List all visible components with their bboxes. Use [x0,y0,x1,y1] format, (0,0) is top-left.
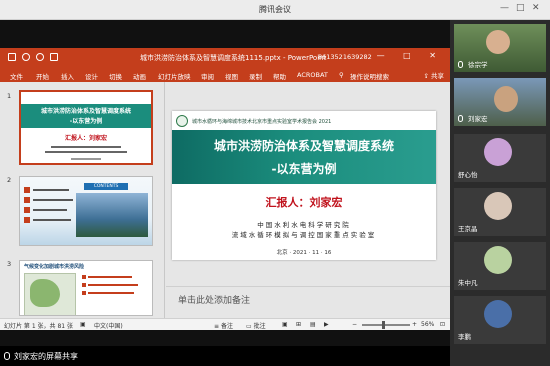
close-icon[interactable]: ✕ [532,3,540,13]
notes-placeholder: 单击此处添加备注 [178,296,251,306]
organization-name: 中国水利水电科学研究院 [257,221,351,229]
zoom-level[interactable]: 56% [421,321,434,328]
laboratory-name: 流域水循环模拟与调控国家重点实验室 [231,231,377,239]
tab-review[interactable]: 审阅 [201,71,214,81]
participant-name: 王京晶 [458,225,478,233]
tab-slideshow[interactable]: 幻灯片放映 [158,71,191,81]
participant-tile[interactable]: 王京晶 [454,188,546,236]
notes-toggle[interactable]: ≡ 备注 [214,321,233,330]
participant-name: 李鹏 [458,333,471,341]
avatar [484,138,512,166]
status-bar: 幻灯片 第 1 张，共 81 张 ▣ 中文(中国) ≡ 备注 ▭ 批注 ▣ ⊞ … [0,318,450,330]
participant-name: 刘家宏 [468,115,488,123]
reading-view-icon[interactable]: ▤ [310,321,316,328]
ribbon-tabs: 文件 开始 插入 设计 切换 动画 幻灯片放映 审阅 视图 录制 帮助 ACRO… [0,68,450,82]
meeting-title: 腾讯会议 [259,5,291,14]
account-name[interactable]: 8613521639282 [318,53,372,61]
thumbnail-number: 1 [7,92,12,100]
tab-animations[interactable]: 动画 [133,71,146,81]
participant-tile[interactable]: 舒心怡 [454,134,546,182]
thumbnail-number: 2 [7,176,12,184]
powerpoint-title-bar: 城市洪涝防治体系及智慧调度系统1115.pptx - PowerPoint 86… [0,48,450,68]
document-title: 城市洪涝防治体系及智慧调度系统1115.pptx - PowerPoint [140,54,327,62]
participant-name: 朱中凡 [458,279,478,287]
save-icon[interactable] [8,53,16,61]
window-controls[interactable]: — □ ✕ [377,51,444,60]
share-label: 共享 [431,72,444,80]
slideshow-view-icon[interactable]: ▶ [324,321,329,328]
notes-pane[interactable]: 单击此处添加备注 [166,286,450,318]
thumbnail-subtitle: -以东营为例 [69,118,103,125]
thumbnail-reporter: 汇报人：刘家宏 [64,135,107,142]
notes-toggle-label: 备注 [220,323,233,330]
meeting-title-bar: 腾讯会议 — □ ✕ [0,0,550,20]
lab-logo-icon [176,115,188,127]
reporter-name: 汇报人：刘家宏 [265,196,343,209]
slide-header: 城市水循环与海绵城市技术北京市重点实验室学术报告会 2021 [192,119,332,125]
tab-help[interactable]: 帮助 [273,71,286,81]
thumbnail-title: 城市洪涝防治体系及智慧调度系统 [40,108,131,115]
slide-thumbnail[interactable]: CONTENTS [19,176,153,246]
thumbnail-title: 气候变化加剧城市洪涝风险 [24,264,85,270]
zoom-in-icon[interactable]: + [412,321,417,328]
slide-counter: 幻灯片 第 1 张，共 81 张 [4,323,73,330]
spelling-icon[interactable]: ▣ [80,321,86,328]
participant-video [486,30,510,54]
undo-icon[interactable] [22,53,30,61]
tab-design[interactable]: 设计 [85,71,98,81]
maximize-icon[interactable]: □ [516,3,525,13]
screen-share-bar: 刘家宏的屏幕共享 [0,346,450,366]
tab-home[interactable]: 开始 [36,71,49,81]
comments-toggle-label: 批注 [253,323,266,330]
search-icon[interactable]: ⚲ [339,71,344,79]
participant-tile[interactable]: 朱中凡 [454,242,546,290]
slide-thumbnail[interactable]: 气候变化加剧城市洪涝风险 [19,260,153,316]
fit-slide-icon[interactable]: ⊡ [440,321,445,328]
slide-subtitle: -以东营为例 [271,162,337,176]
slide-title: 城市洪涝防治体系及智慧调度系统 [213,139,394,153]
redo-icon[interactable] [36,53,44,61]
language-indicator[interactable]: 中文(中国) [94,321,123,330]
slide-thumbnail[interactable]: 城市洪涝防治体系及智慧调度系统 -以东营为例 汇报人：刘家宏 [19,90,153,165]
slideshow-icon[interactable] [50,53,58,61]
participant-tile[interactable]: 李鹏 [454,296,546,344]
zoom-out-icon[interactable]: − [352,321,357,328]
share-button[interactable]: ⇪ 共享 [423,70,444,80]
avatar [484,246,512,274]
normal-view-icon[interactable]: ▣ [282,321,288,328]
participant-name: 舒心怡 [458,171,478,179]
avatar [484,192,512,220]
microphone-icon [4,352,10,360]
thumbnail-title: CONTENTS [84,183,128,190]
thumbnail-number: 3 [7,260,12,268]
zoom-slider[interactable] [362,324,410,326]
participant-name: 徐宗学 [468,61,488,69]
microphone-icon [458,61,463,68]
sorter-view-icon[interactable]: ⊞ [296,321,301,328]
comments-toggle[interactable]: ▭ 批注 [246,321,266,330]
participant-tile[interactable]: 徐宗学 [454,24,546,72]
zoom-slider-handle[interactable] [382,321,385,329]
tell-me-search[interactable]: 操作说明搜索 [350,71,389,81]
tab-insert[interactable]: 插入 [61,71,74,81]
slide-date: 北京 · 2021 · 11 · 16 [276,250,332,256]
tab-file[interactable]: 文件 [10,71,23,81]
microphone-icon [458,115,463,122]
participant-tile[interactable]: 刘家宏 [454,78,546,126]
minimize-icon[interactable]: — [500,3,509,13]
tab-record[interactable]: 录制 [249,71,262,81]
screen-share-label: 刘家宏的屏幕共享 [14,352,78,361]
main-slide[interactable]: 城市水循环与海绵城市技术北京市重点实验室学术报告会 2021 城市洪涝防治体系及… [172,111,436,260]
title-banner: 城市洪涝防治体系及智慧调度系统 -以东营为例 [172,130,436,184]
tab-view[interactable]: 视图 [225,71,238,81]
slide-thumbnails-pane[interactable]: 1 城市洪涝防治体系及智慧调度系统 -以东营为例 汇报人：刘家宏 2 CONTE… [0,82,165,318]
tab-acrobat[interactable]: ACROBAT [297,71,328,79]
participant-video [494,86,518,112]
avatar [484,300,512,328]
tab-transitions[interactable]: 切换 [109,71,122,81]
